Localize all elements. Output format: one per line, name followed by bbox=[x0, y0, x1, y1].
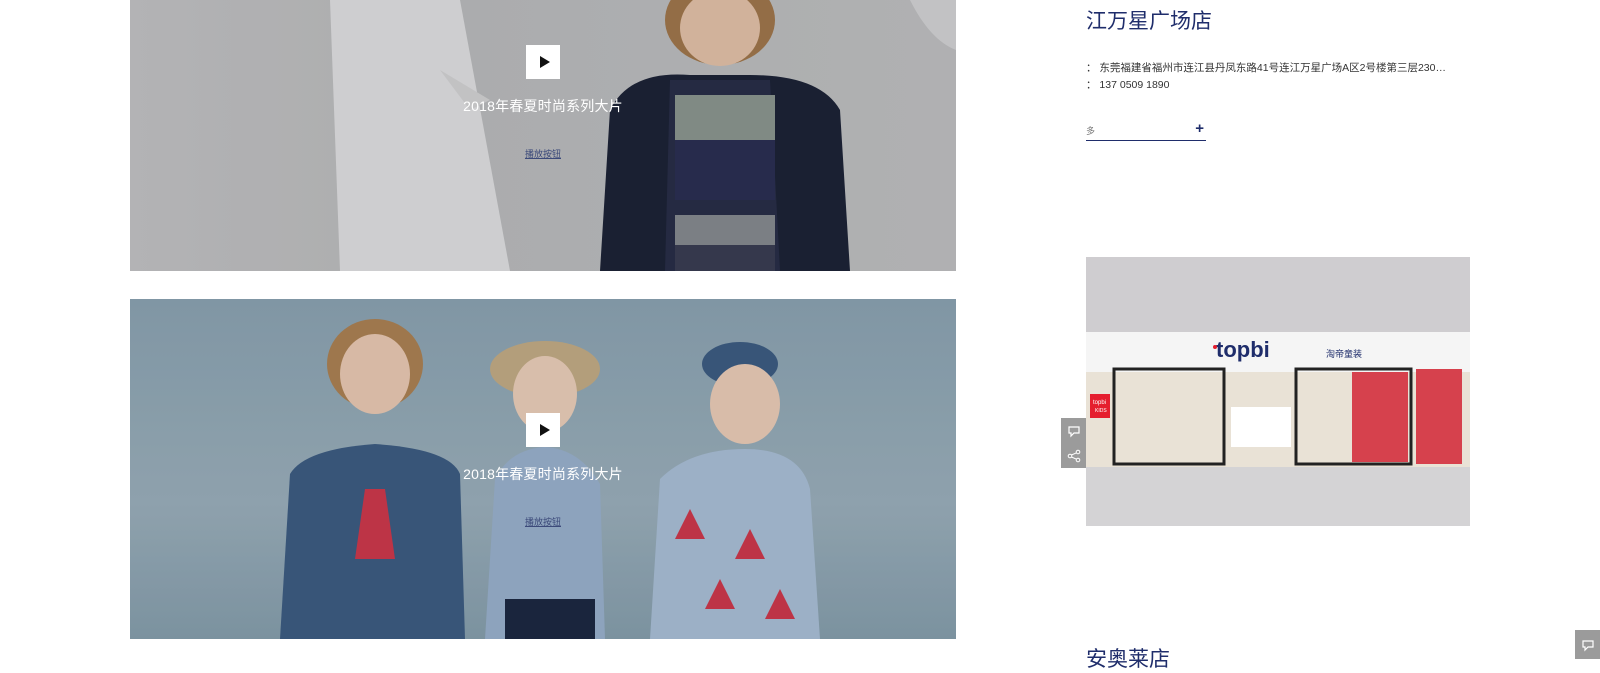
store-address: ： 东莞福建省福州市连江县丹凤东路41号连江万星广场A区2号楼第三层2301..… bbox=[1086, 62, 1446, 74]
video-title: 2018年春夏时尚系列大片 bbox=[463, 466, 623, 482]
store-photo: topbi 淘帝童装 topbi KIDS bbox=[1086, 257, 1470, 526]
badge-line-2: KIDS bbox=[1095, 408, 1107, 414]
play-link[interactable]: 播放按钮 bbox=[130, 515, 956, 528]
play-button[interactable] bbox=[526, 413, 560, 447]
play-icon bbox=[539, 56, 550, 68]
play-button[interactable] bbox=[526, 45, 560, 79]
video-overlay bbox=[130, 0, 956, 271]
more-label: 多 bbox=[1086, 126, 1096, 136]
chat-button[interactable] bbox=[1061, 418, 1086, 443]
storefront-image: topbi 淘帝童装 topbi KIDS bbox=[1086, 257, 1470, 526]
plus-icon: + bbox=[1195, 120, 1204, 137]
floating-chat-button[interactable] bbox=[1575, 630, 1600, 659]
badge-line-1: topbi bbox=[1093, 400, 1106, 406]
chat-icon bbox=[1067, 425, 1080, 437]
play-link[interactable]: 播放按钮 bbox=[130, 147, 956, 160]
chat-icon bbox=[1581, 639, 1594, 651]
video-title: 2018年春夏时尚系列大片 bbox=[463, 98, 623, 114]
more-button[interactable]: 多 + bbox=[1086, 120, 1206, 141]
store-phone: ： 137 0509 1890 bbox=[1086, 79, 1170, 91]
share-icon bbox=[1067, 449, 1080, 462]
video-card-1[interactable]: 2018年春夏时尚系列大片 播放按钮 bbox=[130, 0, 956, 271]
video-card-2[interactable]: 2018年春夏时尚系列大片 播放按钮 bbox=[130, 299, 956, 639]
brand-logo-text: topbi bbox=[1216, 337, 1270, 362]
share-button[interactable] bbox=[1061, 443, 1086, 468]
play-icon bbox=[539, 424, 550, 436]
store-name: 江万星广场店 bbox=[1086, 10, 1212, 33]
store-name: 安奥莱店 bbox=[1086, 648, 1170, 671]
side-toolbar bbox=[1061, 418, 1086, 468]
brand-sub-label: 淘帝童装 bbox=[1326, 348, 1362, 359]
